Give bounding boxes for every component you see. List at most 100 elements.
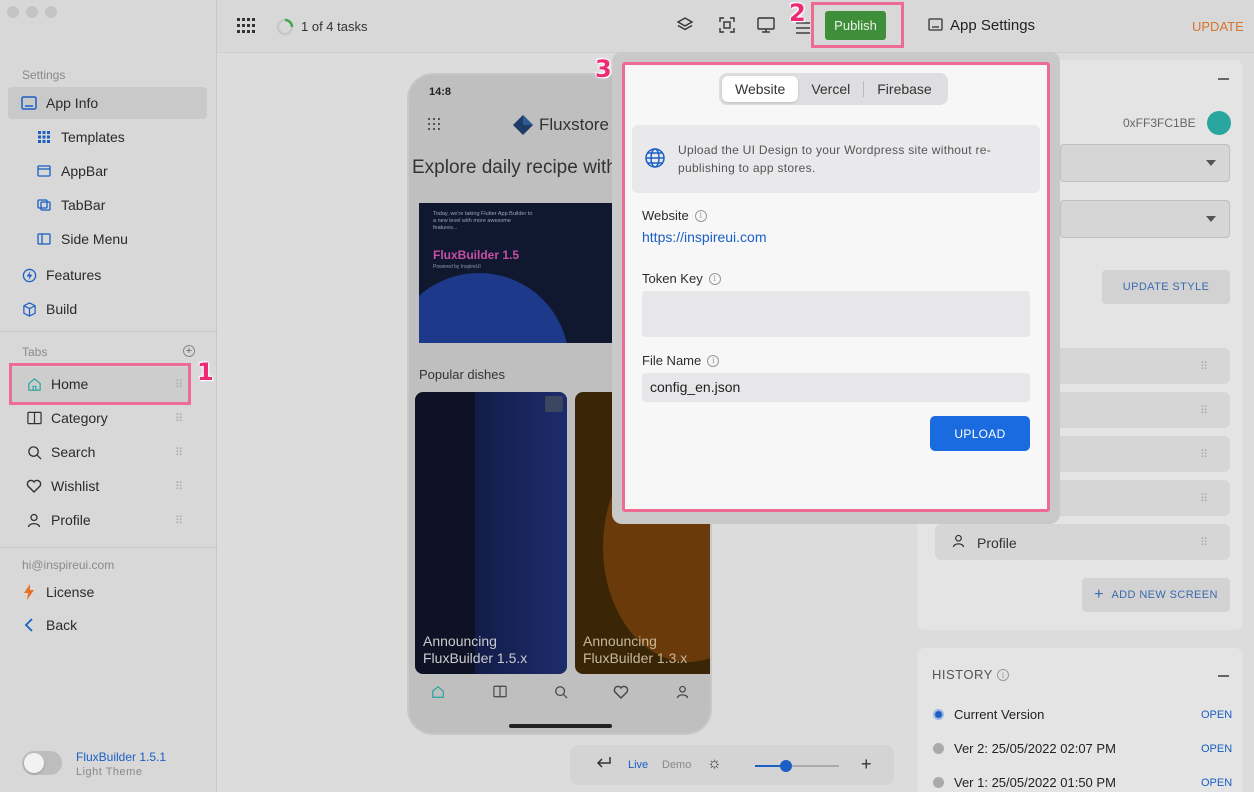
window-minimize-button[interactable] [26, 6, 38, 18]
history-open-button[interactable]: OPEN [1201, 777, 1232, 789]
person-icon [26, 512, 42, 528]
desktop-icon[interactable] [757, 16, 775, 37]
drag-handle-icon[interactable]: ⠿ [175, 514, 183, 527]
sidebar-item-side-menu[interactable]: Side Menu [36, 223, 128, 255]
sidebar-item-templates[interactable]: Templates [36, 121, 125, 153]
publish-modal: Website Vercel Firebase Upload the UI De… [622, 62, 1050, 512]
sidebar-item-app-info[interactable]: App Info [21, 87, 98, 119]
sidebar-tab-search[interactable]: Search [26, 436, 95, 468]
history-open-button[interactable]: OPEN [1201, 743, 1232, 755]
banner-image[interactable]: Today, we're taking Flutter App Builder … [419, 203, 629, 343]
drag-handle-icon[interactable]: ⠿ [175, 378, 183, 391]
banner-title: FluxBuilder 1.5 [433, 248, 520, 262]
collapse-icon[interactable] [1218, 78, 1229, 80]
drag-handle-icon[interactable]: ⠿ [1200, 404, 1208, 417]
card-title-line2: FluxBuilder 1.3.x [583, 650, 688, 666]
file-label: File Name [642, 353, 702, 368]
sidebar-item-appbar[interactable]: AppBar [36, 155, 108, 187]
bolt-circle-icon [21, 267, 37, 283]
sidebar-tab-profile[interactable]: Profile [26, 504, 91, 536]
menu-grid-icon[interactable] [428, 118, 440, 133]
sidebar-item-license[interactable]: License [21, 576, 94, 608]
dropdown-1[interactable] [1060, 144, 1230, 182]
sidebar-item-features[interactable]: Features [21, 259, 101, 291]
heart-icon [26, 478, 42, 494]
sidebar-tab-home[interactable]: Home [26, 368, 88, 400]
dropdown-2[interactable] [1060, 200, 1230, 238]
publish-target-tabs: Website Vercel Firebase [719, 73, 948, 105]
zoom-slider[interactable] [755, 760, 839, 772]
sidebar-item-back[interactable]: Back [21, 609, 77, 641]
home-indicator [509, 724, 612, 728]
sidebar-item-build[interactable]: Build [21, 293, 77, 325]
tab-vercel[interactable]: Vercel [798, 76, 863, 102]
brand-name: Fluxstore [539, 115, 609, 134]
file-label-row: File Name i [642, 353, 720, 368]
layers-icon[interactable] [676, 16, 694, 37]
drag-handle-icon[interactable]: ⠿ [1200, 448, 1208, 461]
sidebar-tab-label: Home [51, 376, 89, 392]
info-icon[interactable]: i [997, 669, 1009, 681]
update-button[interactable]: UPDATE [1192, 19, 1244, 34]
scan-icon[interactable] [718, 16, 736, 37]
card-title-line1: Announcing [583, 633, 657, 649]
nav-home-icon[interactable] [431, 685, 445, 702]
add-new-screen-button[interactable]: + ADD NEW SCREEN [1082, 578, 1230, 612]
tasks-status[interactable]: 1 of 4 tasks [301, 19, 367, 34]
chevron-down-icon [1206, 160, 1216, 166]
website-link[interactable]: https://inspireui.com [642, 229, 767, 245]
history-open-button[interactable]: OPEN [1201, 709, 1232, 721]
sidebar-item-label: License [46, 584, 95, 600]
sidebar-tab-label: Search [51, 444, 96, 460]
highlight-box-2 [811, 2, 904, 48]
window-close-button[interactable] [7, 6, 19, 18]
sidebar-item-label: Build [46, 301, 78, 317]
sidebar-item-label: Back [46, 617, 78, 633]
info-icon[interactable]: i [694, 209, 707, 222]
token-label-row: Token Key i [642, 271, 721, 286]
demo-toggle[interactable]: Demo [662, 759, 691, 771]
tab-website[interactable]: Website [722, 76, 799, 102]
nav-search-icon[interactable] [554, 685, 568, 702]
sidebar-item-tabbar[interactable]: TabBar [36, 189, 105, 221]
nav-category-icon[interactable] [493, 685, 507, 701]
drag-handle-icon[interactable]: ⠿ [1200, 536, 1208, 549]
upload-button[interactable]: UPLOAD [930, 416, 1030, 451]
apps-grid-icon[interactable] [237, 18, 255, 37]
info-icon[interactable]: i [708, 272, 721, 285]
drag-handle-icon[interactable]: ⠿ [175, 446, 183, 459]
drag-handle-icon[interactable]: ⠿ [1200, 492, 1208, 505]
token-key-input[interactable] [642, 291, 1030, 337]
tabbar-icon [36, 197, 52, 213]
file-name-input[interactable]: config_en.json [642, 373, 1030, 402]
drag-handle-icon[interactable]: ⠿ [175, 412, 183, 425]
sidebar-item-label: Templates [61, 129, 125, 145]
info-icon[interactable]: i [707, 354, 720, 367]
version-dot [933, 743, 944, 754]
step-3-label: 3 [595, 55, 612, 83]
tab-firebase[interactable]: Firebase [864, 76, 944, 102]
brightness-icon[interactable]: ☼ [707, 755, 722, 773]
dish-card-1[interactable]: Announcing FluxBuilder 1.5.x [415, 392, 567, 674]
phone-headline: Explore daily recipe with [412, 157, 617, 178]
sidebar-tab-category[interactable]: Category [26, 402, 108, 434]
history-item-label: Ver 1: 25/05/2022 01:50 PM [954, 775, 1116, 790]
undo-icon[interactable] [596, 756, 612, 773]
window-maximize-button[interactable] [45, 6, 57, 18]
sidebar-tab-wishlist[interactable]: Wishlist [26, 470, 99, 502]
version-dot [933, 777, 944, 788]
collapse-icon[interactable] [1218, 675, 1229, 677]
zoom-in-icon[interactable]: + [861, 754, 872, 775]
add-tab-icon[interactable]: + [183, 345, 195, 357]
drag-handle-icon[interactable]: ⠿ [175, 480, 183, 493]
card-title-line1: Announcing [423, 633, 497, 649]
step-2-label: 2 [789, 0, 806, 27]
theme-toggle[interactable] [22, 751, 62, 775]
nav-wishlist-icon[interactable] [613, 685, 629, 702]
nav-profile-icon[interactable] [676, 685, 689, 702]
update-style-button[interactable]: UPDATE STYLE [1102, 270, 1230, 304]
drag-handle-icon[interactable]: ⠿ [1200, 360, 1208, 373]
color-swatch[interactable] [1207, 111, 1231, 135]
sidebar-tab-label: Wishlist [51, 478, 100, 494]
live-toggle[interactable]: Live [628, 759, 648, 771]
